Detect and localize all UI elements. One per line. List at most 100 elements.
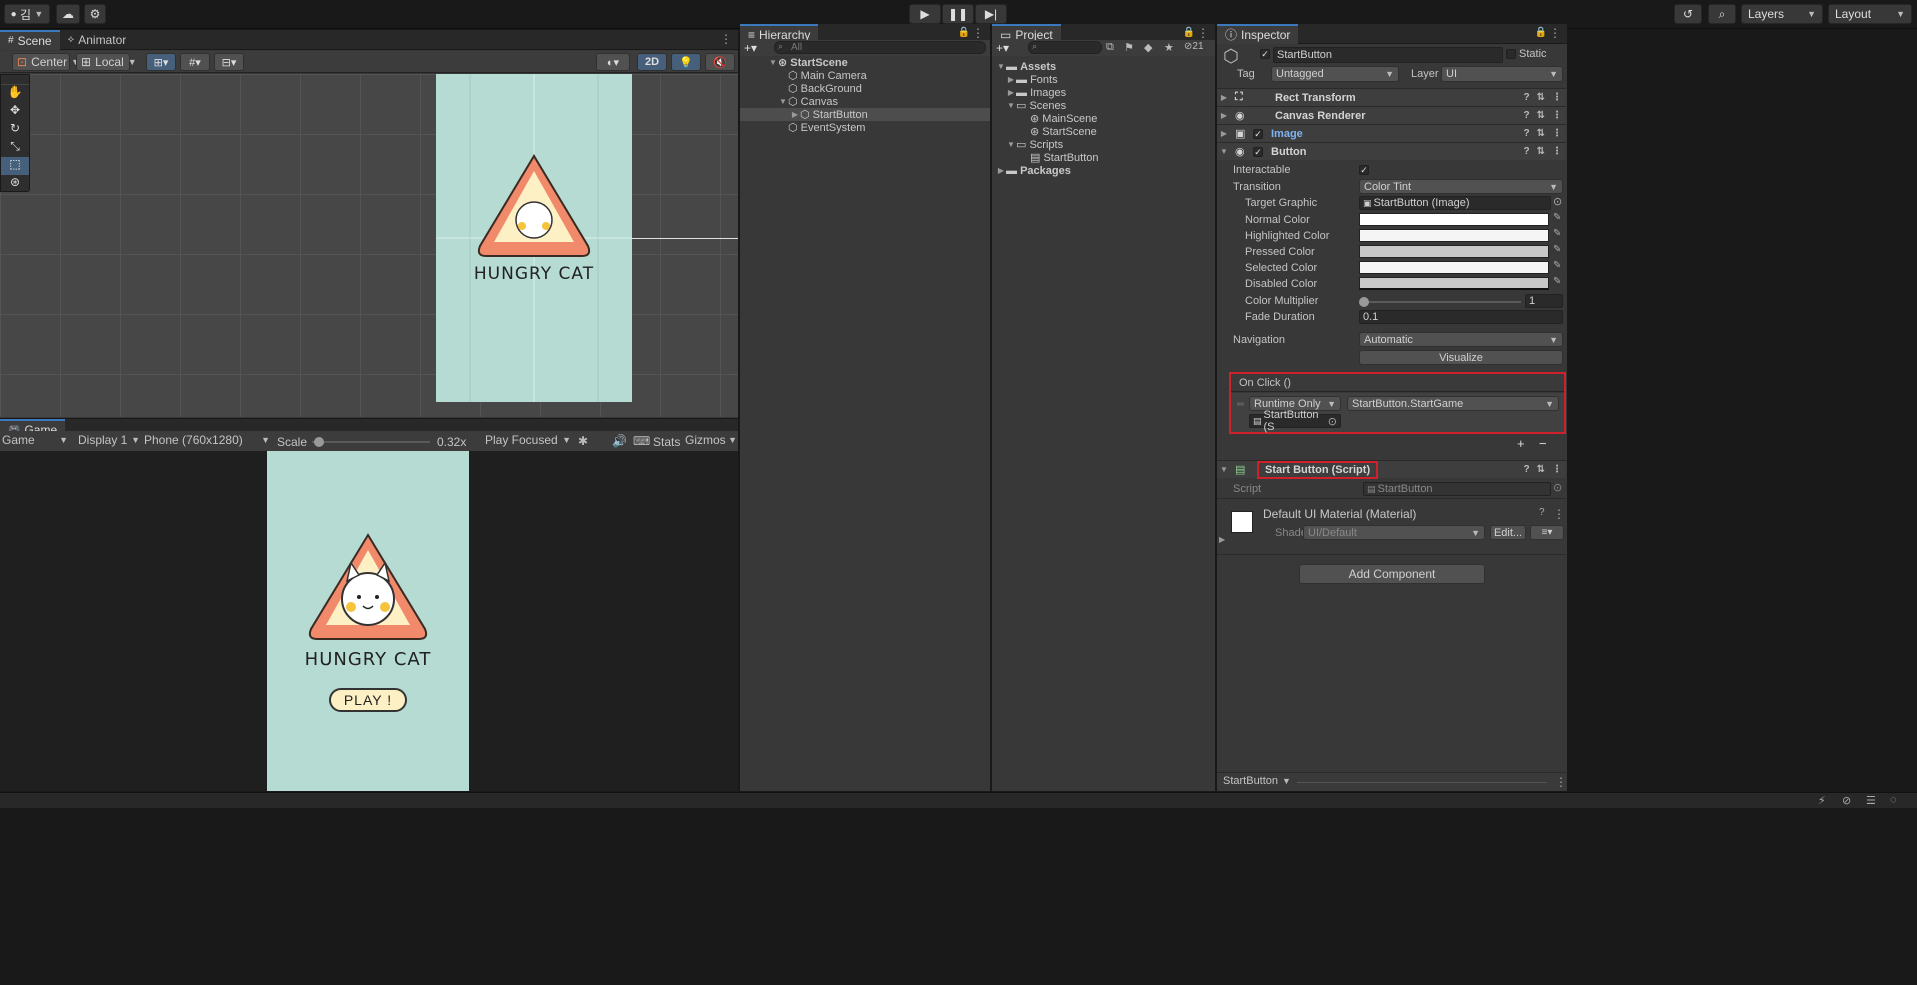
list-item[interactable]: ▼ ▭ Scenes — [1006, 99, 1066, 113]
transition-dropdown[interactable]: Color Tint ▼ — [1359, 179, 1563, 194]
tab-animator[interactable]: ⟡ Animator — [60, 30, 135, 50]
gizmos-dropdown[interactable]: Gizmos ▼ — [685, 433, 737, 447]
preset-icon[interactable]: ⇅ — [1537, 128, 1545, 139]
scene-viewport[interactable]: ✋ ✥ ↻ ⤡ ⬚ ⊛ HUNGRY CAT — [0, 74, 738, 417]
help-icon[interactable]: ? — [1524, 92, 1530, 103]
search-button[interactable]: ⌕ — [1708, 4, 1736, 24]
canvas-renderer-header[interactable]: ▶ ◉ Canvas Renderer ? ⇅ ⋮ — [1217, 106, 1566, 124]
interactable-checkbox[interactable]: ✓ — [1359, 165, 1369, 175]
help-icon[interactable]: ? — [1539, 507, 1545, 518]
step-button[interactable]: ▶| — [975, 4, 1007, 24]
more-menu-icon[interactable]: ⋮ — [720, 32, 732, 46]
label-icon[interactable]: ◆ — [1144, 41, 1152, 54]
object-picker-icon[interactable]: ⊙ — [1328, 415, 1337, 428]
component-enabled-checkbox[interactable]: ✓ — [1253, 128, 1263, 139]
lock-icon[interactable]: 🔒 — [958, 27, 970, 38]
highlighted-color-swatch[interactable] — [1359, 229, 1549, 242]
draw-mode-button[interactable]: ◐▾ — [596, 53, 630, 71]
search-by-type-icon[interactable]: ⧉ — [1106, 41, 1114, 54]
object-picker-icon[interactable]: ⊙ — [1553, 195, 1562, 208]
disabled-color-swatch[interactable] — [1359, 277, 1549, 290]
collapse-arrow-icon[interactable]: ▶ — [1219, 531, 1225, 545]
preset-icon[interactable]: ⇅ — [1537, 92, 1545, 103]
account-button[interactable]: ● 김 ▼ — [4, 4, 50, 24]
more-menu-icon[interactable]: ⋮ — [1552, 92, 1562, 103]
display-dropdown[interactable]: Display 1 ▼ — [78, 433, 140, 447]
grid-snap-button[interactable]: ⊞▾ — [146, 53, 176, 71]
layout-dropdown[interactable]: Layout ▼ — [1828, 4, 1912, 24]
more-menu-icon[interactable]: ⋮ — [1555, 775, 1567, 789]
add-component-button[interactable]: Add Component — [1299, 564, 1485, 584]
scale-slider-handle[interactable] — [314, 437, 325, 447]
tab-scene[interactable]: # Scene — [0, 29, 60, 50]
services-button[interactable]: ⚙ — [84, 4, 106, 24]
eyedropper-icon[interactable]: ✎ — [1553, 212, 1561, 223]
remove-event-icon[interactable]: − — [1539, 436, 1547, 451]
more-menu-icon[interactable]: ⋮ — [1552, 464, 1562, 475]
transform-tool-icon[interactable]: ⊛ — [1, 175, 29, 193]
filter-icon[interactable]: ⚑ — [1124, 41, 1134, 54]
history-button[interactable]: ↺ — [1674, 4, 1702, 24]
color-multiplier-slider[interactable] — [1359, 297, 1521, 307]
color-multiplier-handle[interactable] — [1359, 297, 1369, 307]
more-menu-icon[interactable]: ⋮ — [1552, 128, 1562, 139]
list-item[interactable]: ▶ ▬ Images — [1006, 86, 1066, 99]
lighting-toggle[interactable]: 💡 — [671, 53, 701, 71]
target-graphic-field[interactable]: ▣ StartButton (Image) — [1359, 196, 1551, 210]
more-menu-icon[interactable]: ⋮ — [1552, 146, 1562, 157]
list-item[interactable]: ▼ ⊛ StartScene — [768, 56, 848, 70]
eyedropper-icon[interactable]: ✎ — [1553, 244, 1561, 255]
tag-dropdown[interactable]: Untagged ▼ — [1271, 66, 1399, 82]
grid-toggle-button[interactable]: #▾ — [180, 53, 210, 71]
button-header[interactable]: ▼ ◉ ✓ Button ? ⇅ ⋮ — [1217, 142, 1566, 160]
add-button[interactable]: +▾ — [996, 41, 1009, 55]
progress-icon[interactable]: ◌ — [1890, 794, 1897, 806]
more-menu-icon[interactable]: ⋮ — [1552, 110, 1562, 121]
help-icon[interactable]: ? — [1524, 128, 1530, 139]
pause-button[interactable]: ❚❚ — [942, 4, 974, 24]
move-tool-icon[interactable]: ✥ — [1, 103, 29, 121]
shader-menu-button[interactable]: ≡▾ — [1530, 525, 1564, 540]
color-multiplier-input[interactable]: 1 — [1525, 294, 1563, 308]
project-search-input[interactable] — [1028, 41, 1102, 54]
increment-snap-button[interactable]: ⊟▾ — [214, 53, 244, 71]
image-header[interactable]: ▶ ▣ ✓ Image ? ⇅ ⋮ — [1217, 124, 1566, 142]
preset-icon[interactable]: ⇅ — [1537, 146, 1545, 157]
component-enabled-checkbox[interactable]: ✓ — [1253, 146, 1263, 157]
help-icon[interactable]: ? — [1524, 110, 1530, 121]
navigation-dropdown[interactable]: Automatic ▼ — [1359, 332, 1563, 347]
layers-dropdown[interactable]: Layers ▼ — [1741, 4, 1823, 24]
active-checkbox[interactable]: ✓ — [1260, 49, 1270, 59]
play-focused-dropdown[interactable]: Play Focused ▼ — [485, 433, 571, 447]
list-item[interactable]: ⬡ EventSystem — [788, 121, 865, 135]
debug-icon[interactable]: ⚡ — [1818, 794, 1826, 807]
audio-toggle[interactable]: 🔇 — [705, 53, 735, 71]
list-item[interactable]: ▼ ▭ Scripts — [1006, 138, 1063, 152]
shader-dropdown[interactable]: UI/Default ▼ — [1303, 525, 1485, 540]
normal-color-swatch[interactable] — [1359, 213, 1549, 226]
preset-icon[interactable]: ⇅ — [1537, 464, 1545, 475]
more-menu-icon[interactable]: ⋮ — [1197, 26, 1209, 40]
game-viewport[interactable]: HUNGRY CAT PLAY ! — [0, 451, 738, 791]
palette-handle[interactable] — [1, 75, 29, 85]
network-icon[interactable]: ⊘ — [1842, 794, 1851, 807]
fade-duration-input[interactable]: 0.1 — [1359, 310, 1563, 324]
game-view-dropdown[interactable]: Game ▼ — [0, 433, 70, 447]
drag-handle-icon[interactable]: ═ — [1237, 399, 1244, 410]
more-menu-icon[interactable]: ⋮ — [972, 26, 984, 40]
help-icon[interactable]: ? — [1524, 146, 1530, 157]
edit-shader-button[interactable]: Edit... — [1490, 525, 1526, 540]
list-item[interactable]: ⬡ BackGround — [788, 82, 862, 96]
rotate-tool-icon[interactable]: ↻ — [1, 121, 29, 139]
play-button[interactable]: ▶ — [909, 4, 941, 24]
pressed-color-swatch[interactable] — [1359, 245, 1549, 258]
favorite-icon[interactable]: ★ — [1164, 41, 1174, 54]
cache-icon[interactable]: ☰ — [1866, 794, 1876, 807]
list-item[interactable]: ▤ StartButton — [1030, 151, 1099, 165]
footer-splitter[interactable] — [1297, 782, 1547, 783]
list-item[interactable]: ▶ ▬ Packages — [996, 164, 1071, 177]
stats-button[interactable]: Stats — [653, 435, 680, 449]
scale-slider[interactable] — [312, 437, 430, 447]
list-item[interactable]: ⬡ Main Camera — [788, 69, 867, 83]
more-menu-icon[interactable]: ⋮ — [1549, 26, 1561, 40]
